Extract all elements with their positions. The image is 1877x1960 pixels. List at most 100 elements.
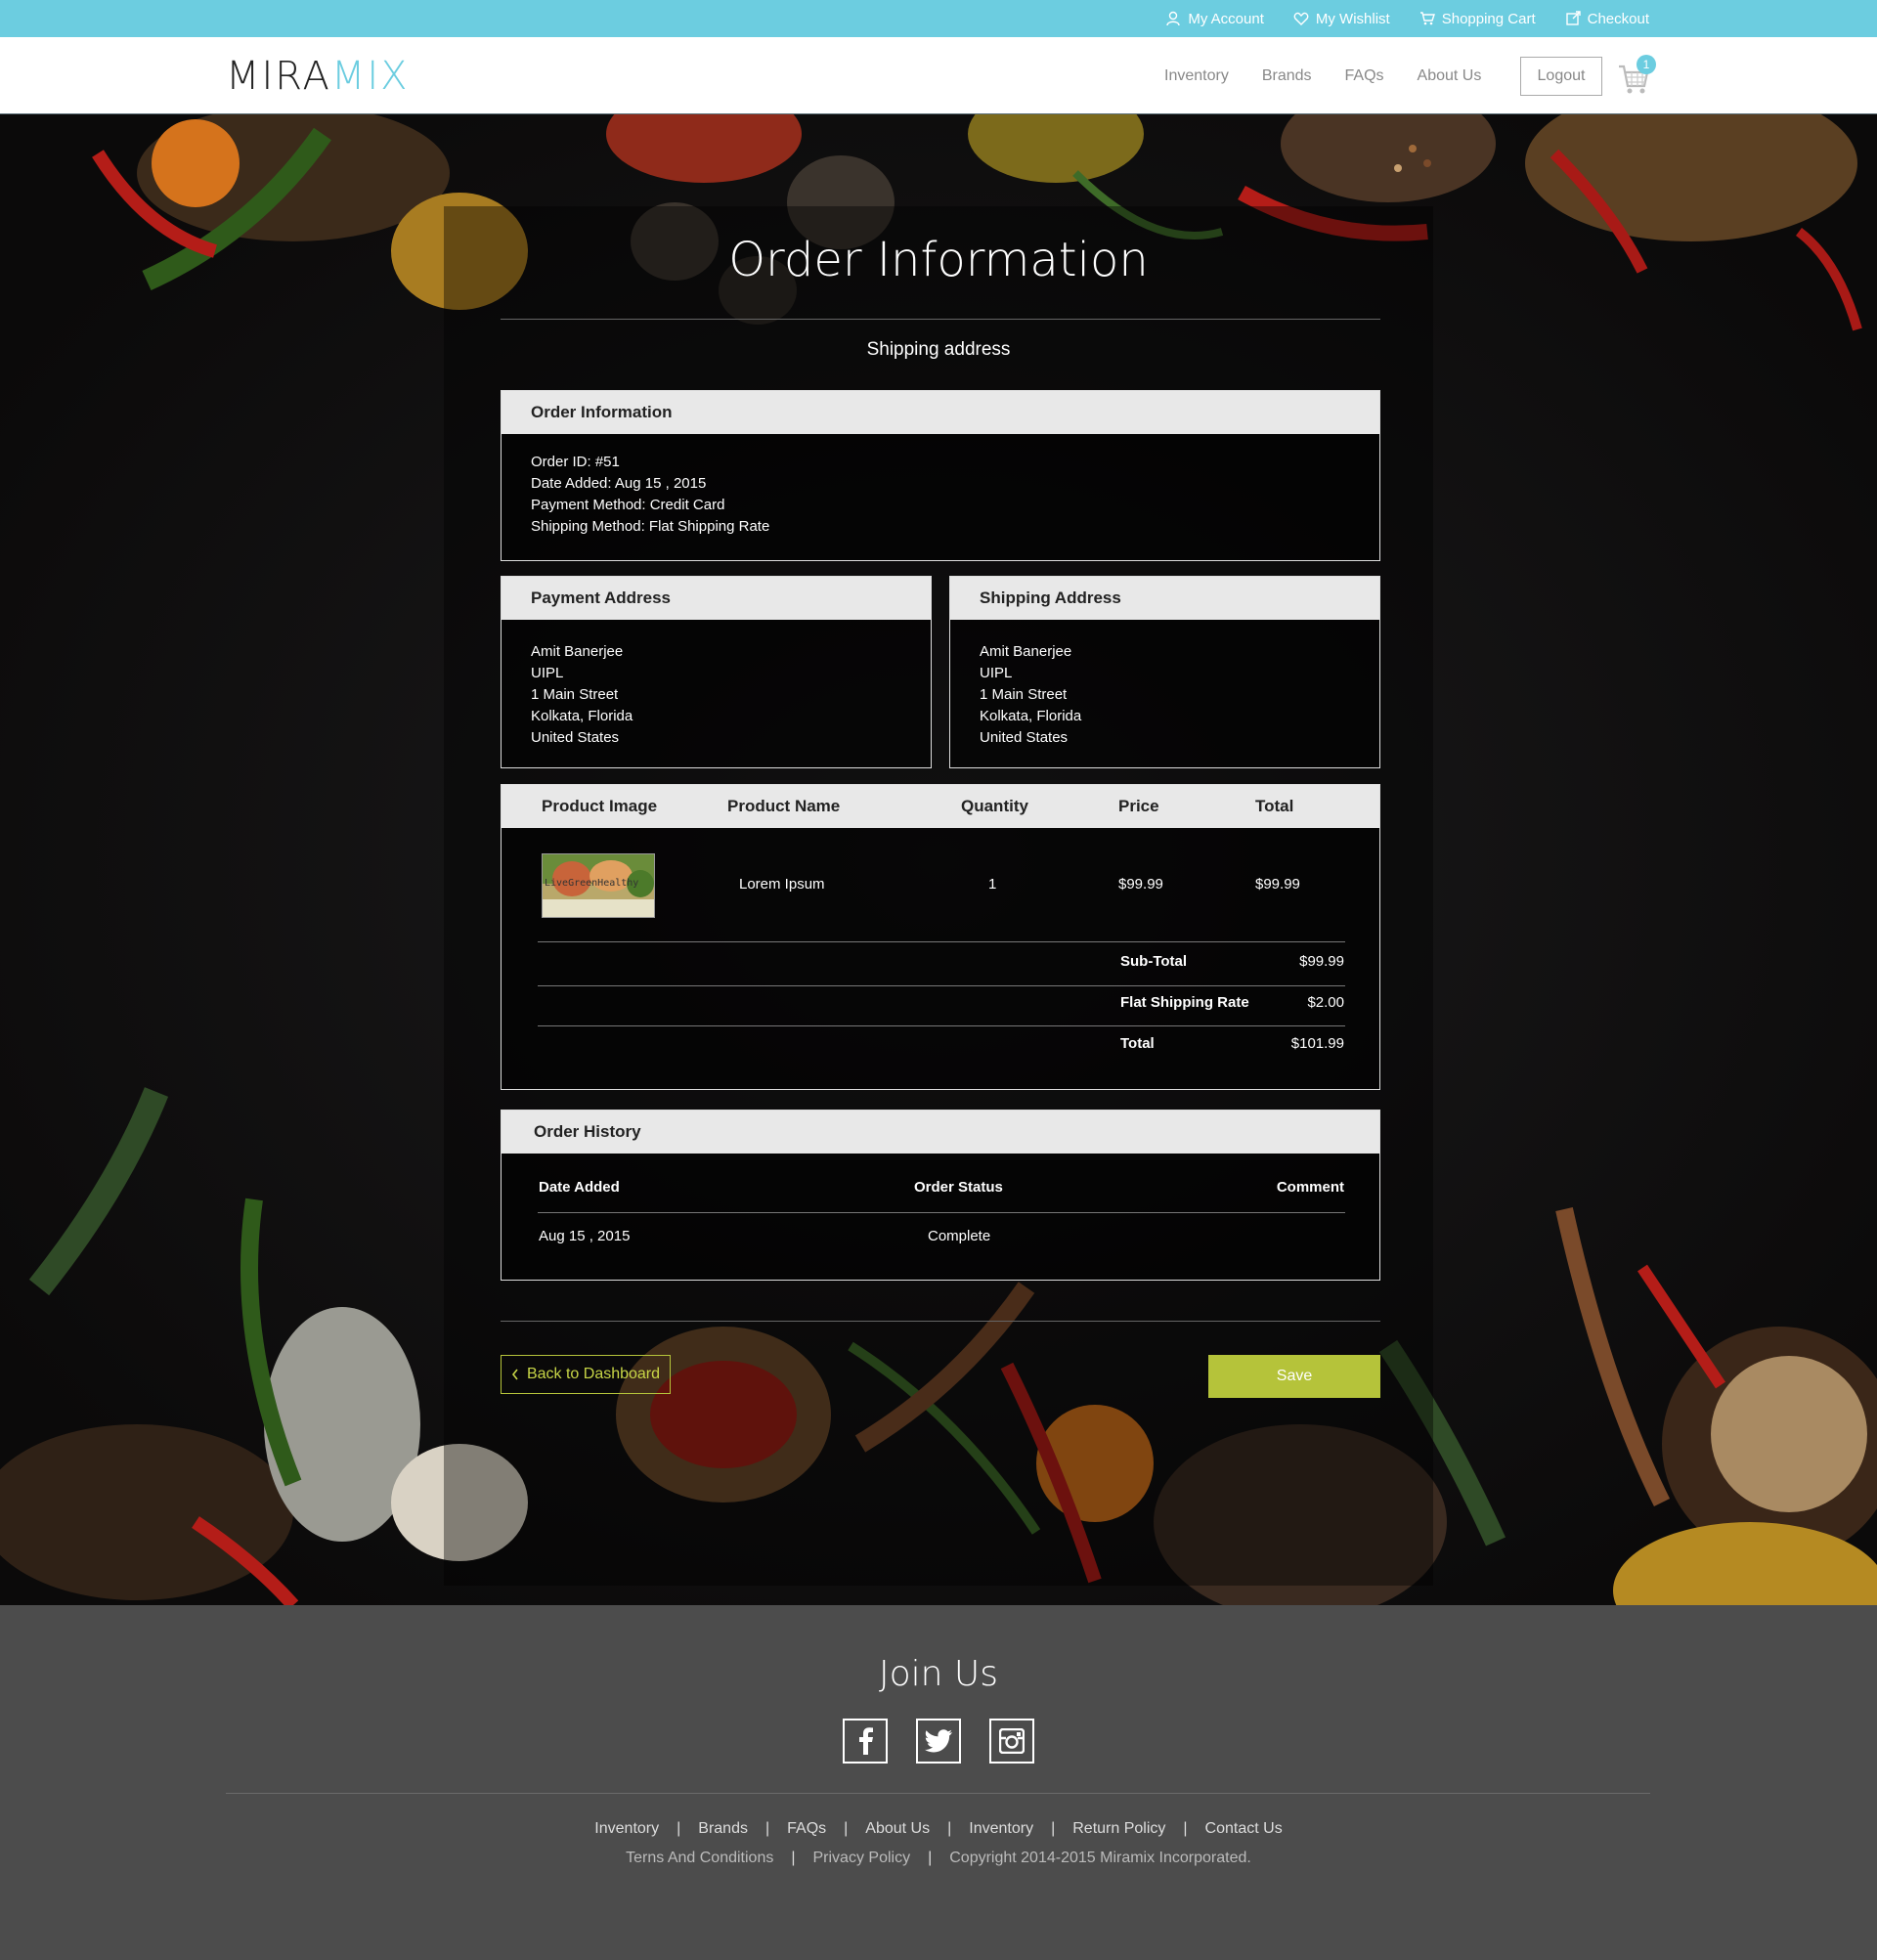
order-history-heading: Order History (502, 1111, 1379, 1154)
payment-address-box: Payment Address Amit Banerjee UIPL 1 Mai… (501, 576, 932, 768)
header-cart-button[interactable]: 1 (1618, 55, 1657, 98)
facebook-icon (859, 1727, 873, 1755)
shipping-address-line: United States (980, 729, 1069, 746)
subtotal-value: $99.99 (1299, 953, 1344, 970)
product-thumbnail[interactable]: LiveGreenHealthy (542, 853, 655, 918)
main-nav: Inventory Brands FAQs About Us (1164, 37, 1481, 114)
user-icon (1166, 11, 1181, 26)
payment-address-heading: Payment Address (502, 577, 931, 620)
my-wishlist-label: My Wishlist (1315, 10, 1390, 27)
history-col-comment: Comment (1276, 1179, 1344, 1196)
chevron-left-icon (511, 1369, 518, 1380)
order-id: Order ID: #51 (531, 454, 620, 470)
twitter-button[interactable] (916, 1719, 961, 1764)
product-price: $99.99 (1118, 876, 1163, 893)
table-divider (538, 1025, 1345, 1026)
my-account-link[interactable]: My Account (1165, 11, 1264, 27)
shipping-rate-value: $2.00 (1307, 994, 1344, 1011)
nav-inventory[interactable]: Inventory (1164, 67, 1229, 85)
footer-link-inventory[interactable]: Inventory (594, 1820, 659, 1838)
order-shipping-method: Shipping Method: Flat Shipping Rate (531, 518, 770, 535)
footer-link-inventory-2[interactable]: Inventory (969, 1820, 1033, 1838)
checkout-link[interactable]: Checkout (1565, 11, 1649, 27)
shipping-address-line: Amit Banerjee (980, 643, 1072, 660)
shipping-rate-label: Flat Shipping Rate (1120, 994, 1249, 1011)
table-divider (538, 985, 1345, 986)
back-button-label: Back to Dashboard (526, 1366, 661, 1382)
subtotal-label: Sub-Total (1120, 953, 1188, 970)
shipping-address-line: Kolkata, Florida (980, 708, 1082, 724)
separator: | (1183, 1820, 1188, 1837)
copyright-text: Copyright 2014-2015 Miramix Incorporated… (949, 1850, 1251, 1866)
logout-button[interactable]: Logout (1520, 57, 1602, 96)
shipping-address-line: 1 Main Street (980, 686, 1068, 703)
footer: Join Us Inventory | Brands | FAQs | About U… (0, 1605, 1877, 1960)
footer-link-return-policy[interactable]: Return Policy (1072, 1820, 1165, 1838)
order-info-heading: Order Information (502, 391, 1379, 434)
footer-legal-links: Terns And Conditions | Privacy Policy | Co… (0, 1850, 1877, 1867)
history-divider (538, 1212, 1345, 1213)
product-table: Product Image Product Name Quantity Pric… (501, 784, 1380, 1090)
separator: | (764, 1820, 770, 1837)
cart-icon (1419, 12, 1435, 25)
col-product-name: Product Name (727, 797, 841, 815)
order-payment-method: Payment Method: Credit Card (531, 497, 725, 513)
history-col-status: Order Status (914, 1179, 1003, 1196)
nav-about-us[interactable]: About Us (1418, 67, 1482, 85)
payment-address-line: Kolkata, Florida (531, 708, 633, 724)
footer-link-brands[interactable]: Brands (698, 1820, 748, 1838)
checkout-label: Checkout (1587, 10, 1649, 27)
page-title: Order Information (728, 233, 1149, 287)
instagram-icon (999, 1728, 1025, 1754)
checkout-icon (1565, 11, 1581, 25)
order-date-added: Date Added: Aug 15 , 2015 (531, 475, 707, 492)
shopping-cart-label: Shopping Cart (1441, 10, 1536, 27)
nav-brands[interactable]: Brands (1262, 67, 1312, 85)
footer-link-privacy[interactable]: Privacy Policy (813, 1850, 911, 1867)
footer-link-terms[interactable]: Terns And Conditions (626, 1850, 773, 1867)
col-total: Total (1255, 797, 1294, 815)
footer-links: Inventory | Brands | FAQs | About Us | Inven… (0, 1820, 1877, 1838)
topbar-links: My Account My Wishlist Shopping Cart Che… (1165, 0, 1649, 37)
product-table-header: Product Image Product Name Quantity Pric… (502, 785, 1379, 828)
twitter-icon (925, 1729, 952, 1753)
heart-icon (1293, 12, 1309, 25)
separator: | (1051, 1820, 1056, 1837)
facebook-button[interactable] (843, 1719, 888, 1764)
shipping-address-body: Amit Banerjee UIPL 1 Main Street Kolkata… (950, 620, 1379, 766)
product-quantity: 1 (988, 876, 997, 893)
history-date: Aug 15 , 2015 (539, 1228, 631, 1244)
shopping-cart-link[interactable]: Shopping Cart (1419, 11, 1536, 27)
footer-link-about-us[interactable]: About Us (865, 1820, 930, 1838)
actions-divider (501, 1321, 1380, 1322)
col-quantity: Quantity (961, 797, 1028, 815)
footer-link-contact-us[interactable]: Contact Us (1205, 1820, 1283, 1838)
shipping-address-heading: Shipping Address (950, 577, 1379, 620)
grand-total-label: Total (1120, 1035, 1155, 1052)
back-to-dashboard-button[interactable]: Back to Dashboard (501, 1355, 671, 1394)
product-name: Lorem Ipsum (739, 876, 825, 893)
order-info-body: Order ID: #51 Date Added: Aug 15 , 2015 … (502, 434, 1379, 555)
product-total: $99.99 (1255, 876, 1300, 893)
payment-address-body: Amit Banerjee UIPL 1 Main Street Kolkata… (502, 620, 931, 766)
table-divider (538, 941, 1345, 942)
logo-part-2: MIX (330, 54, 410, 99)
separator: | (677, 1820, 681, 1837)
miramix-logo[interactable]: MIRAMIX (226, 57, 410, 96)
save-button[interactable]: Save (1208, 1355, 1380, 1398)
my-account-label: My Account (1188, 10, 1264, 27)
title-divider (501, 319, 1380, 320)
separator: | (928, 1850, 933, 1866)
order-history-box: Order History Date Added Order Status Co… (501, 1110, 1380, 1281)
footer-link-faqs[interactable]: FAQs (787, 1820, 826, 1838)
payment-address-line: UIPL (531, 665, 564, 681)
instagram-button[interactable] (989, 1719, 1034, 1764)
shipping-address-box: Shipping Address Amit Banerjee UIPL 1 Ma… (949, 576, 1380, 768)
section-subtitle: Shipping address (866, 339, 1011, 360)
my-wishlist-link[interactable]: My Wishlist (1293, 11, 1390, 27)
col-product-image: Product Image (542, 797, 658, 815)
nav-faqs[interactable]: FAQs (1345, 67, 1384, 85)
payment-address-line: Amit Banerjee (531, 643, 624, 660)
separator: | (947, 1820, 952, 1837)
payment-address-line: 1 Main Street (531, 686, 619, 703)
